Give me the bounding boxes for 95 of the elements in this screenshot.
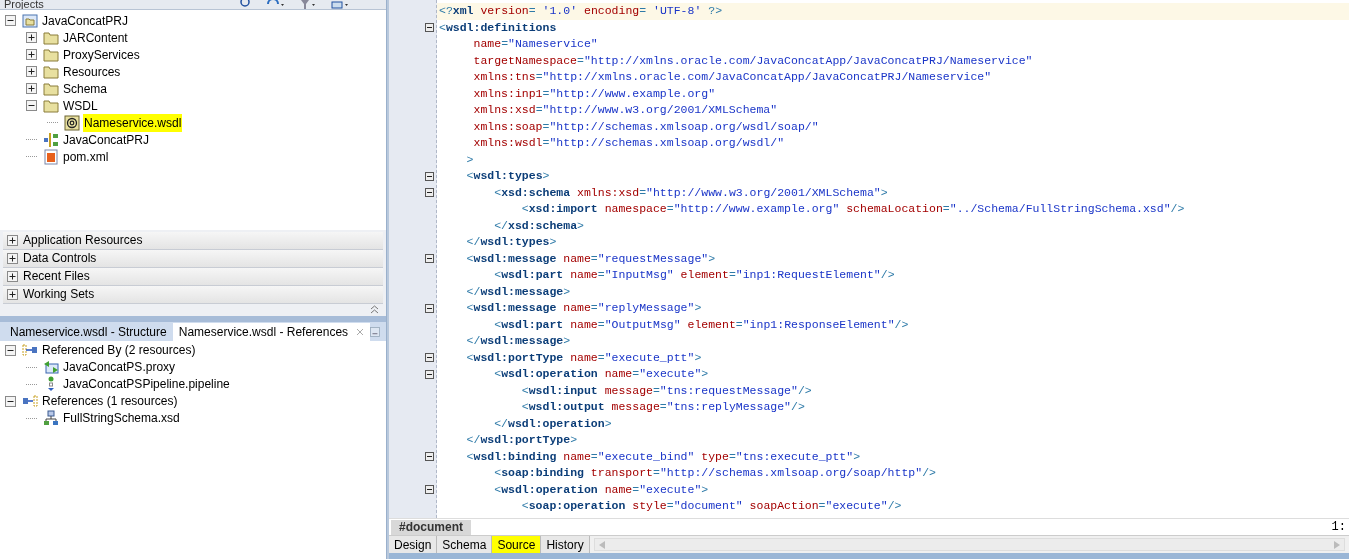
code-line: </wsdl:portType> xyxy=(465,432,579,448)
code-line: </wsdl:message> xyxy=(465,333,572,349)
expand-icon[interactable] xyxy=(7,252,18,264)
code-line: xmlns:soap="http://schemas.xmlsoap.org/wsdl/soap/" xyxy=(472,118,820,135)
tree-item[interactable]: References (1 resources) xyxy=(41,392,179,410)
collapse-icon[interactable] xyxy=(5,15,16,26)
code-line: <wsdl:message name="replyMessage"> xyxy=(465,300,703,316)
code-line: </wsdl:operation> xyxy=(493,415,613,432)
code-line: <wsdl:input message="tns:requestMessage"/> xyxy=(520,382,813,399)
accordion-label: Recent Files xyxy=(23,268,90,285)
code-line: <soap:binding transport="http://schemas.xmlsoap.org/soap/http"/> xyxy=(493,465,937,481)
code-line: <wsdl:binding name="execute_bind" type="tns:execute_ptt"> xyxy=(465,448,862,465)
code-line: xmlns:xsd="http://www.w3.org/2001/XMLSchema" xyxy=(472,102,779,118)
accordion-label: Data Controls xyxy=(23,250,97,267)
outgoing-arrow-icon xyxy=(22,393,38,409)
tree-item[interactable]: Resources xyxy=(62,62,122,81)
code-line: </xsd:schema> xyxy=(493,217,585,234)
expand-icon[interactable] xyxy=(26,49,37,60)
code-line: <xsd:import namespace="http://www.example.org" schemaLocation="../Schema/FullStringSchema.xsd"/> xyxy=(520,201,1186,217)
expand-icon[interactable] xyxy=(7,234,18,246)
code-line: <wsdl:types> xyxy=(465,168,551,184)
fold-icon[interactable] xyxy=(425,254,434,264)
fold-icon[interactable] xyxy=(425,23,434,33)
code-line: name="Nameservice" xyxy=(472,36,599,52)
tree-item[interactable]: pom.xml xyxy=(62,147,110,166)
envelope-arrows-icon xyxy=(43,359,59,375)
collapse-icon[interactable] xyxy=(26,100,37,111)
expand-icon[interactable] xyxy=(7,270,18,282)
code-line: <wsdl:part name="OutputMsg" element="inp1:ResponseElement"/> xyxy=(493,316,910,333)
code-line: <wsdl:part name="InputMsg" element="inp1:RequestElement"/> xyxy=(493,267,896,283)
code-line: > xyxy=(465,151,475,168)
collapse-icon[interactable] xyxy=(5,344,16,356)
code-line: <wsdl:message name="requestMessage"> xyxy=(465,250,717,267)
panel-tab[interactable]: Nameservice.wsdl - References xyxy=(172,322,371,341)
code-line: </wsdl:message> xyxy=(465,283,572,300)
code-line: <xsd:schema xmlns:xsd="http://www.w3.org/2001/XMLSchema"> xyxy=(493,184,889,201)
tree-item[interactable]: JARContent xyxy=(62,28,129,47)
tree-item[interactable]: JavaConcatPRJ xyxy=(62,130,151,149)
editor-tab[interactable]: Source xyxy=(492,536,542,553)
project-icon xyxy=(22,12,38,29)
editor-tab[interactable]: History xyxy=(541,536,590,553)
fold-icon[interactable] xyxy=(425,452,434,462)
layout-icon[interactable] xyxy=(330,0,350,9)
sync-icon[interactable] xyxy=(266,0,286,9)
tree-item[interactable]: WSDL xyxy=(62,96,99,115)
expand-icon[interactable] xyxy=(26,66,37,77)
code-line: <wsdl:operation name="execute"> xyxy=(493,366,710,382)
breadcrumb[interactable]: #document xyxy=(391,519,471,535)
tree-item[interactable]: Schema xyxy=(62,79,109,98)
code-line: xmlns:inp1="http://www.example.org" xyxy=(472,85,717,102)
code-line: xmlns:tns="http://xmlns.oracle.com/JavaConcatApp/JavaConcatPRJ/Nameservice" xyxy=(472,69,993,85)
connector-icon xyxy=(43,131,59,148)
accordion-label: Working Sets xyxy=(23,286,95,303)
cursor-position: 1: xyxy=(1331,519,1346,536)
fold-icon[interactable] xyxy=(425,171,434,181)
filter-icon[interactable] xyxy=(298,0,318,9)
fold-icon[interactable] xyxy=(425,303,434,313)
minimize-icon[interactable] xyxy=(370,325,380,338)
tree-item[interactable]: Referenced By (2 resources) xyxy=(41,341,197,359)
folder-icon xyxy=(43,80,59,97)
code-line: <wsdl:operation name="execute"> xyxy=(493,481,710,498)
fold-icon[interactable] xyxy=(425,485,434,495)
fold-icon[interactable] xyxy=(425,188,434,198)
fold-icon[interactable] xyxy=(425,369,434,379)
collapse-icon[interactable] xyxy=(5,395,16,407)
code-line: <soap:operation style="document" soapAction="execute"/> xyxy=(520,498,903,514)
incoming-arrow-icon xyxy=(22,342,38,358)
chevron-up-icon[interactable] xyxy=(370,303,379,314)
expand-icon[interactable] xyxy=(26,83,37,94)
tree-item[interactable]: JavaConcatPS.proxy xyxy=(62,358,177,376)
tree-item[interactable]: ProxyServices xyxy=(62,45,141,64)
code-line: xmlns:wsdl="http://schemas.xmlsoap.org/wsdl/" xyxy=(472,135,786,151)
code-line: <wsdl:definitions xyxy=(438,19,558,36)
code-line: <wsdl:output message="tns:replyMessage"/> xyxy=(520,399,806,415)
tree-item[interactable]: FullStringSchema.xsd xyxy=(62,409,181,427)
folder-icon xyxy=(43,97,59,114)
code-line: targetNamespace="http://xmlns.oracle.com/JavaConcatApp/JavaConcatPRJ/Nameservice" xyxy=(472,52,1034,69)
hierarchy-icon xyxy=(43,410,59,426)
fold-icon[interactable] xyxy=(425,353,434,363)
editor-tab[interactable]: Design xyxy=(389,536,438,553)
folder-icon xyxy=(43,63,59,80)
panel-tab[interactable]: Nameservice.wsdl - Structure xyxy=(4,322,173,341)
accordion-header[interactable]: Application Resources xyxy=(3,231,383,250)
tree-item[interactable]: JavaConcatPSPipeline.pipeline xyxy=(62,375,231,393)
tree-item[interactable]: Nameservice.wsdl xyxy=(83,113,183,132)
document-a-icon xyxy=(43,148,59,165)
expand-icon[interactable] xyxy=(26,32,37,43)
accordion-label: Application Resources xyxy=(23,232,143,249)
tree-item[interactable]: JavaConcatPRJ xyxy=(41,11,130,30)
code-line: <wsdl:portType name="execute_ptt"> xyxy=(465,349,703,366)
expand-icon[interactable] xyxy=(7,288,18,300)
folder-icon xyxy=(43,29,59,46)
editor-tab[interactable]: Schema xyxy=(437,536,493,553)
folder-icon xyxy=(43,46,59,63)
code-line: </wsdl:types> xyxy=(465,234,558,250)
